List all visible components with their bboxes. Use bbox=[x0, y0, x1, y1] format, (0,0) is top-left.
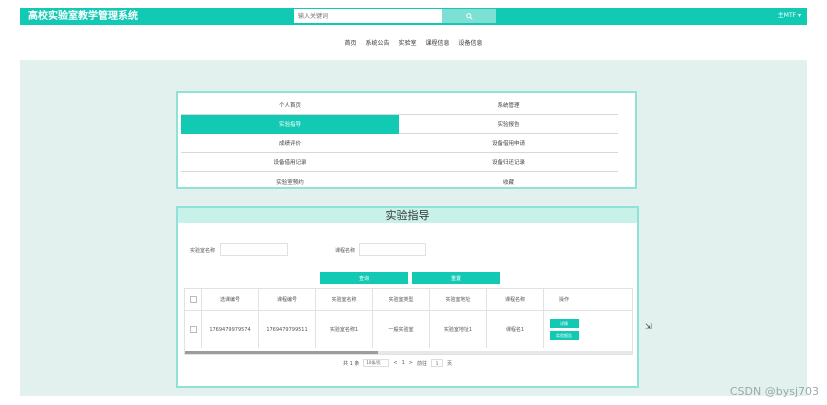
menu-item-system-admin[interactable]: 系统管理 bbox=[399, 96, 618, 115]
prev-page-button[interactable]: < bbox=[393, 360, 397, 366]
row-select-cell bbox=[185, 311, 202, 348]
cell-lab-name: 实验室名称1 bbox=[316, 311, 373, 348]
row-actions: 详情 实验报告 bbox=[549, 319, 579, 340]
cell-lab-address: 实验室地址1 bbox=[430, 311, 487, 348]
cell-course-no: 1769479799511 bbox=[259, 311, 316, 348]
course-name-input[interactable] bbox=[359, 243, 426, 256]
menu-item-borrow-request[interactable]: 设备借用申请 bbox=[399, 134, 618, 153]
cursor-icon: ⇲ bbox=[645, 322, 652, 331]
details-button[interactable]: 详情 bbox=[549, 319, 579, 328]
select-all-cell bbox=[185, 289, 202, 310]
horizontal-scrollbar[interactable] bbox=[185, 351, 632, 354]
search-icon bbox=[465, 12, 473, 20]
query-button[interactable]: 查询 bbox=[320, 272, 408, 284]
goto-label: 前往 bbox=[416, 360, 427, 367]
row-checkbox[interactable] bbox=[189, 326, 197, 333]
current-page[interactable]: 1 bbox=[402, 360, 405, 366]
search-button[interactable] bbox=[442, 9, 496, 23]
menu-item-borrow-records[interactable]: 设备借用记录 bbox=[181, 153, 399, 172]
table-header: 选课编号 课程编号 实验室名称 实验室类型 实验室地址 课程名称 操作 bbox=[185, 289, 632, 311]
reset-button[interactable]: 重置 bbox=[412, 272, 500, 284]
lab-name-label: 实验室名称 bbox=[190, 248, 216, 254]
col-header-actions: 操作 bbox=[558, 297, 569, 303]
user-menu[interactable]: 主MTF ▾ bbox=[778, 11, 801, 21]
lab-report-button[interactable]: 实验报告 bbox=[549, 331, 579, 340]
nav-item-equipment[interactable]: 设备信息 bbox=[459, 38, 483, 50]
col-header-lab-name: 实验室名称 bbox=[316, 289, 373, 310]
cell-actions: 详情 实验报告 bbox=[544, 311, 584, 348]
menu-item-return-records[interactable]: 设备归还记录 bbox=[399, 153, 618, 172]
page-size-select[interactable]: 10条/页 bbox=[363, 359, 390, 367]
cell-course-name: 课程名1 bbox=[487, 311, 544, 348]
menu-item-lab-guidance[interactable]: 实验指导 bbox=[181, 115, 399, 134]
page-title: 实验指导 bbox=[178, 208, 637, 223]
lab-name-input[interactable] bbox=[220, 243, 288, 256]
goto-page-input[interactable]: 1 bbox=[430, 359, 443, 367]
nav-item-courses[interactable]: 课程信息 bbox=[426, 38, 450, 50]
col-header-lab-address: 实验室地址 bbox=[430, 289, 487, 310]
cell-selection-no: 1769479979574 bbox=[202, 311, 259, 348]
user-name: 主MTF bbox=[777, 12, 797, 19]
col-header-selection-no: 选课编号 bbox=[202, 289, 259, 310]
chevron-down-icon: ▾ bbox=[797, 12, 801, 19]
table-row: 1769479979574 1769479799511 实验室名称1 一般实验室… bbox=[185, 311, 632, 348]
page-size-value: 10条/页 bbox=[366, 360, 381, 365]
course-name-label: 课程名称 bbox=[335, 248, 356, 254]
col-header-course-name: 课程名称 bbox=[487, 289, 544, 310]
total-count: 共 1 条 bbox=[343, 360, 360, 367]
main-nav: 首页 系统公告 实验室 课程信息 设备信息 bbox=[0, 38, 827, 50]
data-table: 选课编号 课程编号 实验室名称 实验室类型 实验室地址 课程名称 操作 1769… bbox=[184, 288, 633, 355]
menu-item-lab-booking[interactable]: 实验室预约 bbox=[181, 172, 399, 191]
nav-item-announcements[interactable]: 系统公告 bbox=[365, 38, 389, 50]
goto-page-value: 1 bbox=[435, 360, 439, 366]
nav-item-home[interactable]: 首页 bbox=[344, 38, 356, 50]
col-header-course-no: 课程编号 bbox=[259, 289, 316, 310]
menu-grid: 个人首页 系统管理 实验指导 实验报告 成绩评价 设备借用申请 设备借用记录 设… bbox=[181, 96, 618, 191]
page-unit-label: 页 bbox=[446, 360, 452, 367]
top-bar: 高校实验室教学管理系统 主MTF ▾ bbox=[20, 8, 807, 25]
scrollbar-thumb[interactable] bbox=[185, 351, 378, 354]
cell-lab-type: 一般实验室 bbox=[373, 311, 430, 348]
menu-item-favorites[interactable]: 收藏 bbox=[399, 172, 618, 191]
menu-item-lab-report[interactable]: 实验报告 bbox=[399, 115, 618, 134]
select-all-checkbox[interactable] bbox=[189, 296, 197, 303]
col-header-lab-type: 实验室类型 bbox=[373, 289, 430, 310]
pagination: 共 1 条 10条/页 < 1 > 前往 1 页 bbox=[343, 358, 452, 368]
app-title: 高校实验室教学管理系统 bbox=[28, 11, 138, 22]
nav-item-labs[interactable]: 实验室 bbox=[398, 38, 416, 50]
next-page-button[interactable]: > bbox=[409, 360, 413, 366]
watermark: CSDN @bysj703 bbox=[729, 385, 819, 398]
menu-item-grade-eval[interactable]: 成绩评价 bbox=[181, 134, 399, 153]
menu-item-personal-home[interactable]: 个人首页 bbox=[181, 96, 399, 115]
search-input[interactable] bbox=[294, 9, 442, 23]
content-panel: 实验指导 实验室名称 课程名称 查询 重置 选课编号 课程编号 实验室名称 实验… bbox=[176, 206, 639, 388]
side-menu-panel: 个人首页 系统管理 实验指导 实验报告 成绩评价 设备借用申请 设备借用记录 设… bbox=[176, 91, 637, 189]
